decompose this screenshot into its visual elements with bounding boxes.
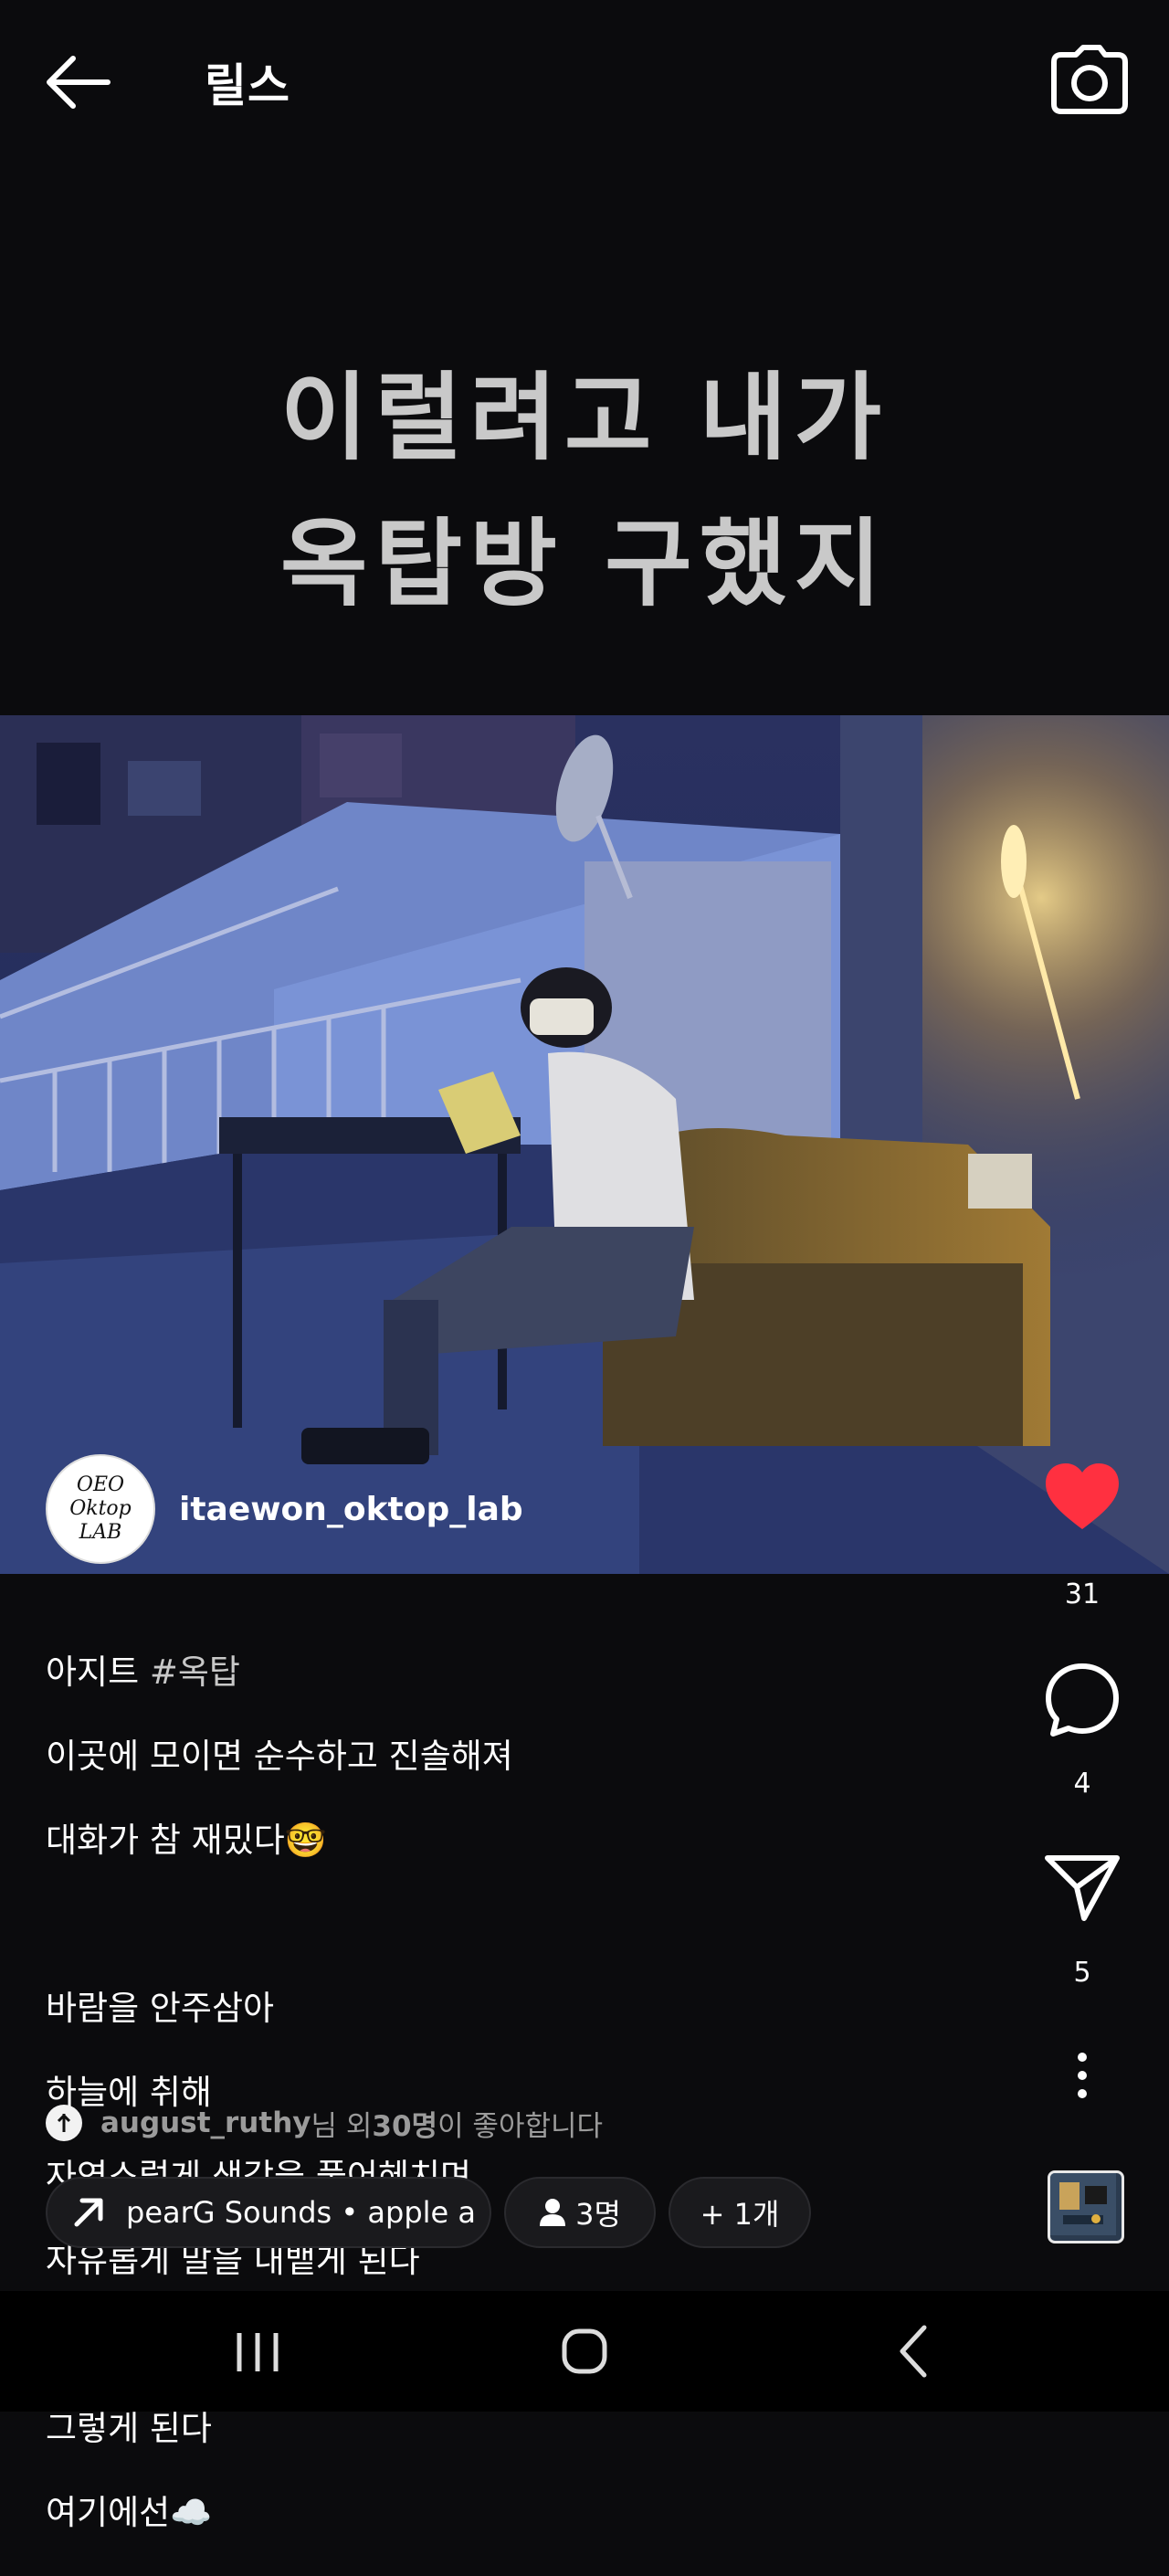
audio-chip-title: G Sounds • apple a <box>192 2195 476 2230</box>
caption-line: 여기에선☁️ <box>46 2493 213 2532</box>
video-overlay-text-line1: 이럴려고 내가 <box>279 361 890 473</box>
caption-line: 이곳에 모이면 순수하고 진솔해져 <box>46 1737 513 1776</box>
back-button[interactable] <box>42 48 115 121</box>
caption-line: 대화가 참 재밌다🤓 <box>46 1821 327 1860</box>
caption-text: 아지트 <box>46 1652 150 1692</box>
video-overlay-text-line2: 옥탑방 구했지 <box>279 507 890 619</box>
liked-by-text: 이 좋아합니다 <box>437 2109 604 2143</box>
audio-cover-icon <box>1050 2173 1116 2235</box>
caption-line: 바람을 안주삼아 <box>46 1989 275 2028</box>
camera-button[interactable] <box>1048 40 1131 122</box>
comment-bubble-icon <box>1046 1663 1119 1737</box>
top-bar: 릴스 <box>0 0 1169 164</box>
chips-row: pear G Sounds • apple a 3명 + 1개 <box>46 2177 824 2248</box>
liker-avatar <box>46 2105 82 2141</box>
heart-icon <box>1046 1463 1119 1529</box>
author-username[interactable]: itaewon_oktop_lab <box>179 1491 523 1528</box>
recents-icon <box>237 2333 279 2371</box>
share-button[interactable] <box>995 1853 1169 1926</box>
liked-by-count: 30명 <box>372 2109 438 2143</box>
system-back-button[interactable] <box>858 2315 968 2388</box>
liked-by-text: 님 외 <box>311 2109 373 2143</box>
system-navigation-bar <box>0 2291 1169 2412</box>
audio-chip-artist: pear <box>126 2195 193 2230</box>
person-icon <box>540 2199 566 2226</box>
comment-button[interactable] <box>995 1661 1169 1743</box>
share-count: 5 <box>1073 1957 1091 1989</box>
more-options-button[interactable] <box>995 2052 1169 2103</box>
people-tag-chip[interactable]: 3명 <box>504 2177 656 2248</box>
user-avatar-icon <box>57 2113 71 2132</box>
like-count: 31 <box>1064 1578 1101 1610</box>
camera-icon <box>1051 45 1128 114</box>
video-scene <box>0 715 1169 1574</box>
home-button[interactable] <box>530 2315 639 2388</box>
audio-chip[interactable]: pear G Sounds • apple a <box>46 2177 491 2248</box>
avatar-logo-text: OEO Oktop LAB <box>69 1473 132 1544</box>
paper-plane-icon <box>1045 1855 1120 1921</box>
more-chip-label: + 1개 <box>700 2197 780 2232</box>
liked-by-row[interactable]: august_ruthy 님 외 30명 이 좋아합니다 <box>46 2099 603 2147</box>
video-frame[interactable] <box>0 715 1169 1574</box>
caption-line: 그렇게 된다 <box>46 2409 212 2448</box>
like-button[interactable] <box>995 1462 1169 1535</box>
more-vertical-icon <box>1078 2053 1087 2098</box>
recents-button[interactable] <box>203 2315 312 2388</box>
arrow-up-right-icon <box>74 2198 103 2227</box>
caption[interactable]: 아지트 #옥탑 이곳에 모이면 순수하고 진솔해져 대화가 참 재밌다🤓 바람을… <box>46 1610 959 2576</box>
audio-thumbnail[interactable] <box>1048 2170 1124 2243</box>
back-chevron-icon <box>900 2325 927 2378</box>
more-chip[interactable]: + 1개 <box>669 2177 811 2248</box>
comment-count: 4 <box>1073 1768 1091 1800</box>
author-row[interactable]: OEO Oktop LAB itaewon_oktop_lab <box>46 1454 523 1564</box>
liker-username[interactable]: august_ruthy <box>100 2106 311 2139</box>
avatar[interactable]: OEO Oktop LAB <box>46 1454 155 1564</box>
page-title: 릴스 <box>205 59 290 112</box>
arrow-left-icon <box>47 56 111 109</box>
home-icon <box>562 2328 607 2374</box>
people-tag-count: 3명 <box>575 2197 621 2232</box>
hashtag-link[interactable]: #옥탑 <box>150 1652 240 1692</box>
caption-line: 아지트 #옥탑 <box>46 1652 959 1694</box>
